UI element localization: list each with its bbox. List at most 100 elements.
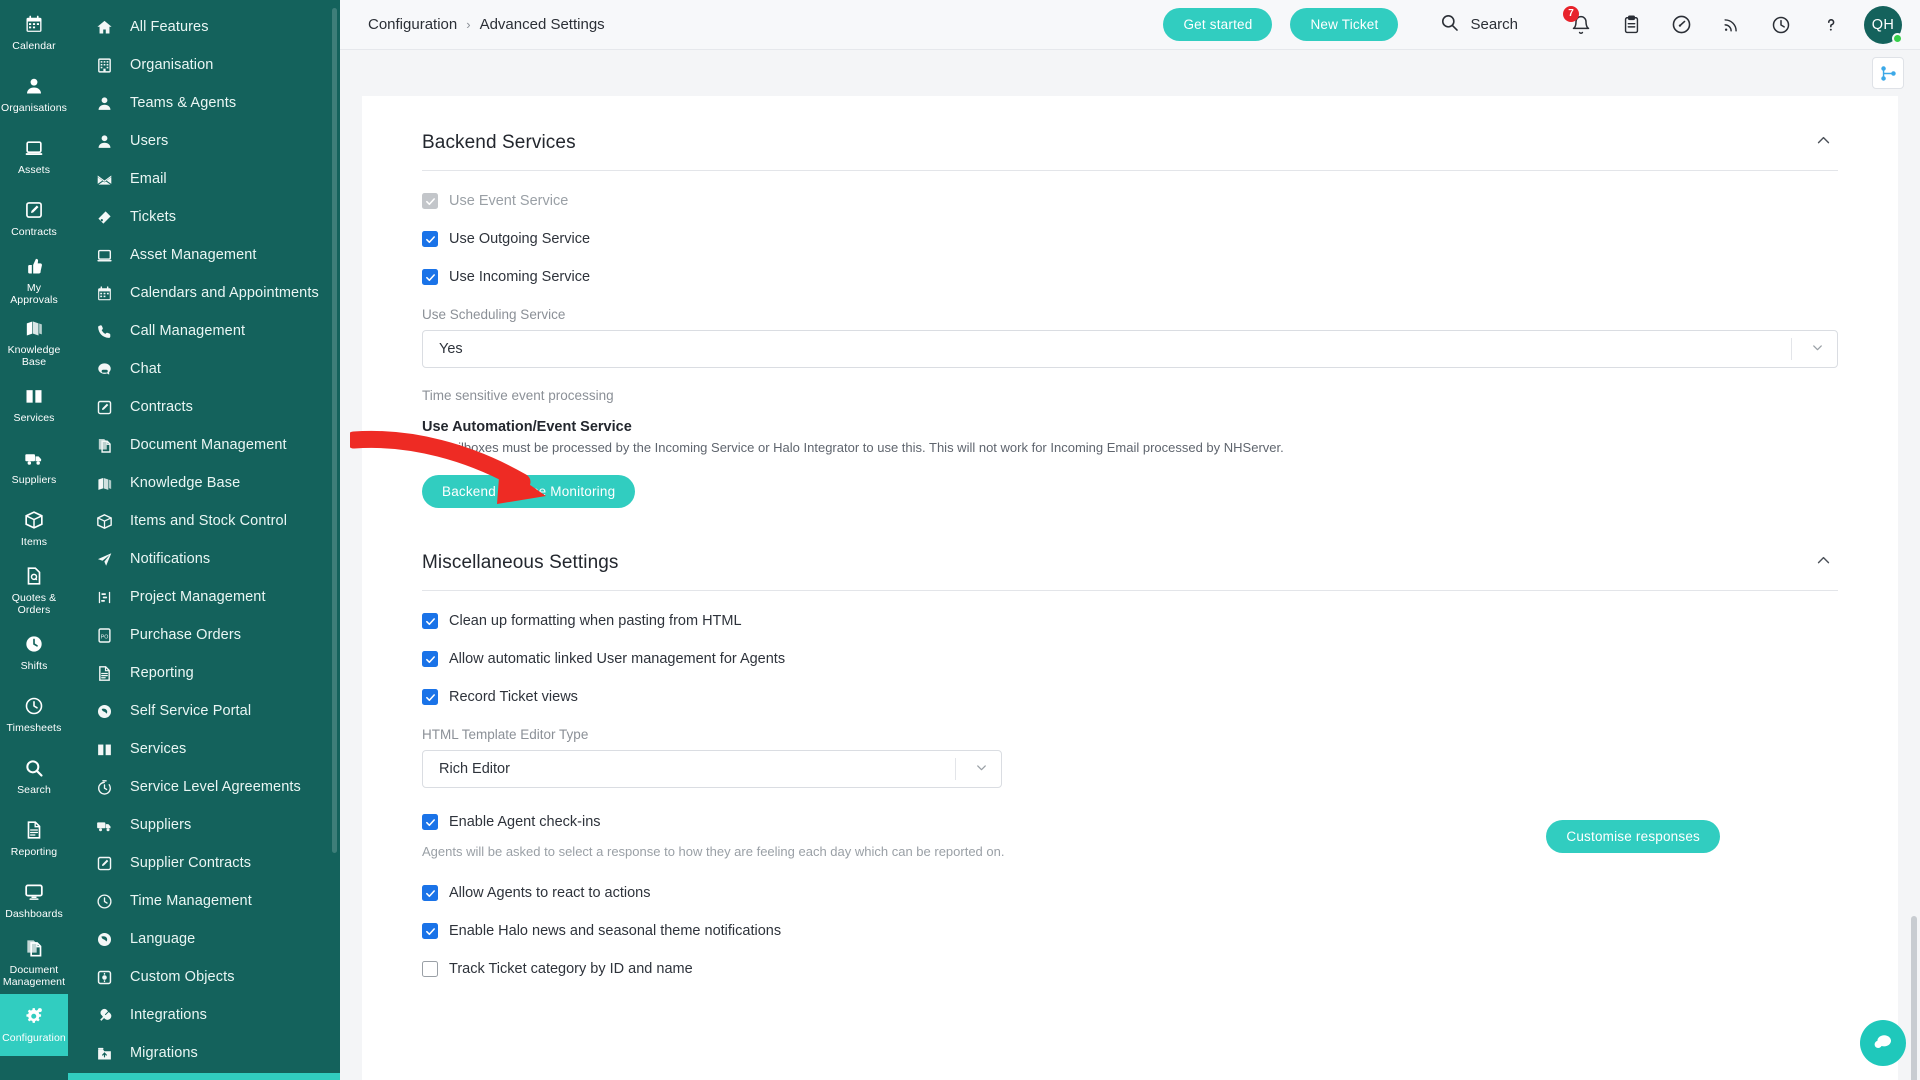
halo-news-row[interactable]: Enable Halo news and seasonal theme noti…: [422, 923, 1838, 939]
speedometer-icon[interactable]: [1670, 14, 1692, 36]
nav-item-service-level-agreements[interactable]: Service Level Agreements: [68, 768, 340, 806]
agents-react-checkbox[interactable]: [422, 885, 438, 901]
new-ticket-button[interactable]: New Ticket: [1290, 8, 1399, 41]
use-incoming-service-checkbox[interactable]: [422, 269, 438, 285]
clean-up-formatting-label: Clean up formatting when pasting from HT…: [449, 613, 742, 629]
track-category-checkbox[interactable]: [422, 961, 438, 977]
nav-item-chat[interactable]: Chat: [68, 350, 340, 388]
nav-item-language[interactable]: Language: [68, 920, 340, 958]
nav-item-teams-agents[interactable]: Teams & Agents: [68, 84, 340, 122]
nav-item-suppliers[interactable]: Suppliers: [68, 806, 340, 844]
rail-item-dashboards[interactable]: Dashboards: [0, 870, 68, 932]
scheduling-service-select[interactable]: Yes: [422, 330, 1838, 368]
rail-item-assets[interactable]: Assets: [0, 126, 68, 188]
rss-icon[interactable]: [1720, 14, 1742, 36]
rail-item-search[interactable]: Search: [0, 746, 68, 808]
agent-checkins-row[interactable]: Enable Agent check-ins: [422, 814, 1546, 830]
rail-item-organisations[interactable]: Organisations: [0, 64, 68, 126]
nav-item-services[interactable]: Services: [68, 730, 340, 768]
custom-object-icon: [94, 969, 114, 986]
editor-type-select[interactable]: Rich Editor: [422, 750, 1002, 788]
agent-checkins-checkbox[interactable]: [422, 814, 438, 830]
rail-item-calendar[interactable]: Calendar: [0, 2, 68, 64]
auto-linked-user-row[interactable]: Allow automatic linked User management f…: [422, 651, 1838, 667]
calendar-icon: [24, 12, 44, 36]
use-event-service-row[interactable]: Use Event Service: [422, 193, 1838, 209]
chevron-up-icon[interactable]: [1809, 550, 1838, 576]
open-book-icon: [94, 741, 114, 758]
agents-react-label: Allow Agents to react to actions: [449, 885, 651, 901]
halo-news-checkbox[interactable]: [422, 923, 438, 939]
nav-item-calendars-and-appointments[interactable]: Calendars and Appointments: [68, 274, 340, 312]
breadcrumb-current[interactable]: Advanced Settings: [480, 16, 605, 33]
nav-item-organisation[interactable]: Organisation: [68, 46, 340, 84]
content-scroll-region[interactable]: Backend Services Use Event Service Use O…: [340, 96, 1920, 1080]
rail-item-document-management[interactable]: Document Management: [0, 932, 68, 994]
use-outgoing-service-row[interactable]: Use Outgoing Service: [422, 231, 1838, 247]
nav-item-migrations[interactable]: Migrations: [68, 1034, 340, 1072]
nav-item-contracts[interactable]: Contracts: [68, 388, 340, 426]
avatar[interactable]: QH: [1864, 5, 1903, 44]
nav-item-asset-management[interactable]: Asset Management: [68, 236, 340, 274]
use-outgoing-service-checkbox[interactable]: [422, 231, 438, 247]
nav-item-purchase-orders[interactable]: PO Purchase Orders: [68, 616, 340, 654]
split-panel-icon[interactable]: [1872, 57, 1904, 89]
backend-service-monitoring-button[interactable]: Backend Service Monitoring: [422, 475, 636, 508]
configuration-nav-scrollbar[interactable]: [332, 8, 337, 853]
documents-icon: [24, 936, 44, 960]
nav-item-knowledge-base[interactable]: Knowledge Base: [68, 464, 340, 502]
rail-item-configuration[interactable]: Configuration: [0, 994, 68, 1056]
clean-up-formatting-checkbox[interactable]: [422, 613, 438, 629]
chevron-down-icon[interactable]: [966, 760, 997, 779]
nav-item-label: Suppliers: [130, 817, 192, 833]
nav-item-project-management[interactable]: Project Management: [68, 578, 340, 616]
nav-item-self-service-portal[interactable]: Self Service Portal: [68, 692, 340, 730]
clean-up-formatting-row[interactable]: Clean up formatting when pasting from HT…: [422, 613, 1838, 629]
nav-item-tickets[interactable]: Tickets: [68, 198, 340, 236]
nav-item-supplier-contracts[interactable]: Supplier Contracts: [68, 844, 340, 882]
page-scrollbar[interactable]: [1911, 916, 1917, 1080]
use-automation-event-service-help: All mailboxes must be processed by the I…: [422, 440, 1284, 455]
recent-clock-icon[interactable]: [1770, 14, 1792, 36]
chevron-down-icon[interactable]: [1802, 340, 1833, 359]
track-category-row[interactable]: Track Ticket category by ID and name: [422, 961, 1838, 977]
chat-bubble-icon[interactable]: [1860, 1020, 1906, 1066]
rail-item-quotes-orders[interactable]: Quotes & Orders: [0, 560, 68, 622]
nav-item-all-features[interactable]: All Features: [68, 8, 340, 46]
notifications-bell-icon[interactable]: 7: [1563, 5, 1592, 36]
nav-item-label: Migrations: [130, 1045, 198, 1061]
nav-item-email[interactable]: Email: [68, 160, 340, 198]
agents-react-row[interactable]: Allow Agents to react to actions: [422, 885, 1838, 901]
clock-icon: [24, 694, 44, 718]
rail-item-contracts[interactable]: Contracts: [0, 188, 68, 250]
nav-item-users[interactable]: Users: [68, 122, 340, 160]
nav-item-items-and-stock-control[interactable]: Items and Stock Control: [68, 502, 340, 540]
chevron-up-icon[interactable]: [1809, 130, 1838, 156]
search-button[interactable]: Search: [1440, 13, 1518, 37]
rail-item-knowledge-base[interactable]: Knowledge Base: [0, 312, 68, 374]
record-ticket-views-checkbox[interactable]: [422, 689, 438, 705]
rail-item-suppliers[interactable]: Suppliers: [0, 436, 68, 498]
nav-item-integrations[interactable]: Integrations: [68, 996, 340, 1034]
nav-item-notifications[interactable]: Notifications: [68, 540, 340, 578]
nav-item-custom-objects[interactable]: Custom Objects: [68, 958, 340, 996]
customise-responses-button[interactable]: Customise responses: [1546, 820, 1720, 853]
rail-item-reporting[interactable]: Reporting: [0, 808, 68, 870]
breadcrumb-parent[interactable]: Configuration: [368, 16, 457, 33]
get-started-button[interactable]: Get started: [1163, 8, 1273, 41]
auto-linked-user-checkbox[interactable]: [422, 651, 438, 667]
help-icon[interactable]: [1820, 14, 1842, 36]
use-incoming-service-row[interactable]: Use Incoming Service: [422, 269, 1838, 285]
nav-item-call-management[interactable]: Call Management: [68, 312, 340, 350]
rail-item-label: Services: [13, 412, 55, 424]
nav-item-document-management[interactable]: Document Management: [68, 426, 340, 464]
record-ticket-views-row[interactable]: Record Ticket views: [422, 689, 1838, 705]
nav-item-reporting[interactable]: Reporting: [68, 654, 340, 692]
rail-item-my-approvals[interactable]: My Approvals: [0, 250, 68, 312]
rail-item-shifts[interactable]: Shifts: [0, 622, 68, 684]
rail-item-services[interactable]: Services: [0, 374, 68, 436]
rail-item-timesheets[interactable]: Timesheets: [0, 684, 68, 746]
clipboard-icon[interactable]: [1620, 14, 1642, 36]
rail-item-items[interactable]: Items: [0, 498, 68, 560]
nav-item-time-management[interactable]: Time Management: [68, 882, 340, 920]
